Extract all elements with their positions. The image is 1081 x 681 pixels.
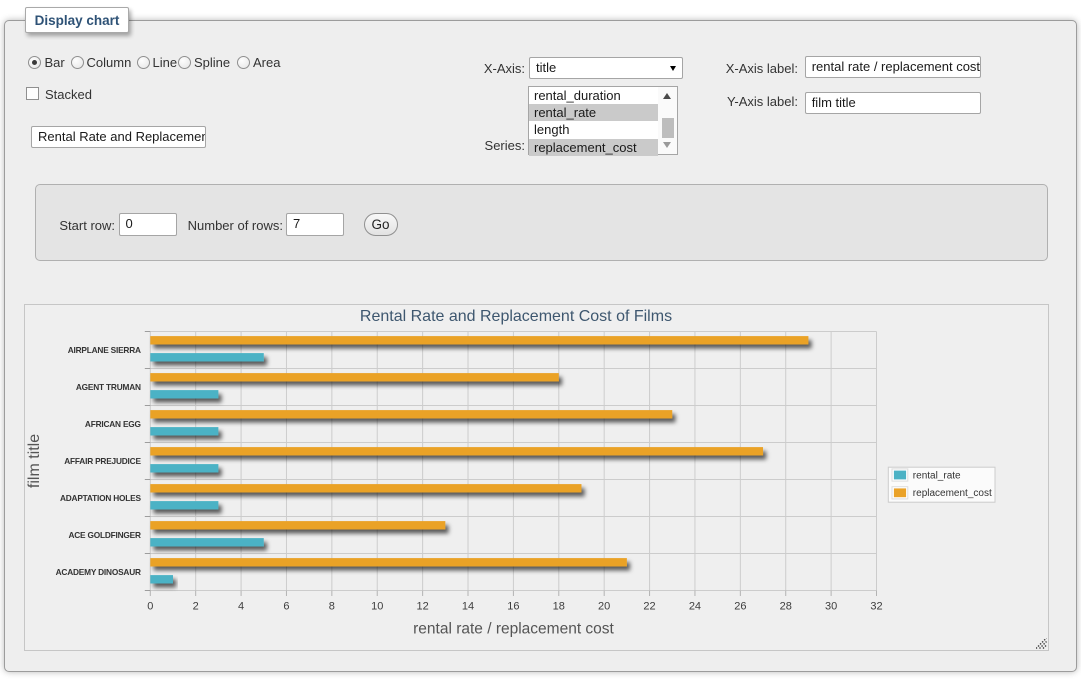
svg-text:22: 22 (643, 601, 655, 613)
svg-text:8: 8 (329, 601, 335, 613)
svg-text:28: 28 (780, 601, 792, 613)
svg-text:6: 6 (283, 601, 289, 613)
svg-text:ADAPTATION HOLES: ADAPTATION HOLES (60, 493, 142, 503)
svg-text:rental_rate: rental_rate (913, 470, 961, 481)
svg-text:rental rate / replacement cost: rental rate / replacement cost (413, 621, 614, 638)
svg-text:AFRICAN EGG: AFRICAN EGG (85, 419, 141, 429)
svg-text:0: 0 (147, 601, 153, 613)
svg-text:26: 26 (734, 601, 746, 613)
svg-text:AFFAIR PREJUDICE: AFFAIR PREJUDICE (64, 456, 141, 466)
svg-text:2: 2 (193, 601, 199, 613)
svg-text:18: 18 (553, 601, 565, 613)
svg-text:32: 32 (870, 601, 882, 613)
svg-text:12: 12 (417, 601, 429, 613)
svg-text:14: 14 (462, 601, 474, 613)
svg-text:30: 30 (825, 601, 837, 613)
svg-text:20: 20 (598, 601, 610, 613)
svg-text:Rental Rate and Replacement Co: Rental Rate and Replacement Cost of Film… (360, 308, 672, 325)
svg-text:ACADEMY DINOSAUR: ACADEMY DINOSAUR (56, 567, 141, 577)
svg-text:16: 16 (507, 601, 519, 613)
svg-text:AIRPLANE SIERRA: AIRPLANE SIERRA (68, 345, 141, 355)
svg-text:AGENT TRUMAN: AGENT TRUMAN (76, 382, 141, 392)
svg-text:ACE GOLDFINGER: ACE GOLDFINGER (68, 530, 141, 540)
svg-text:film title: film title (26, 434, 43, 488)
svg-text:24: 24 (689, 601, 701, 613)
svg-text:10: 10 (371, 601, 383, 613)
svg-text:4: 4 (238, 601, 244, 613)
svg-text:replacement_cost: replacement_cost (913, 488, 992, 499)
